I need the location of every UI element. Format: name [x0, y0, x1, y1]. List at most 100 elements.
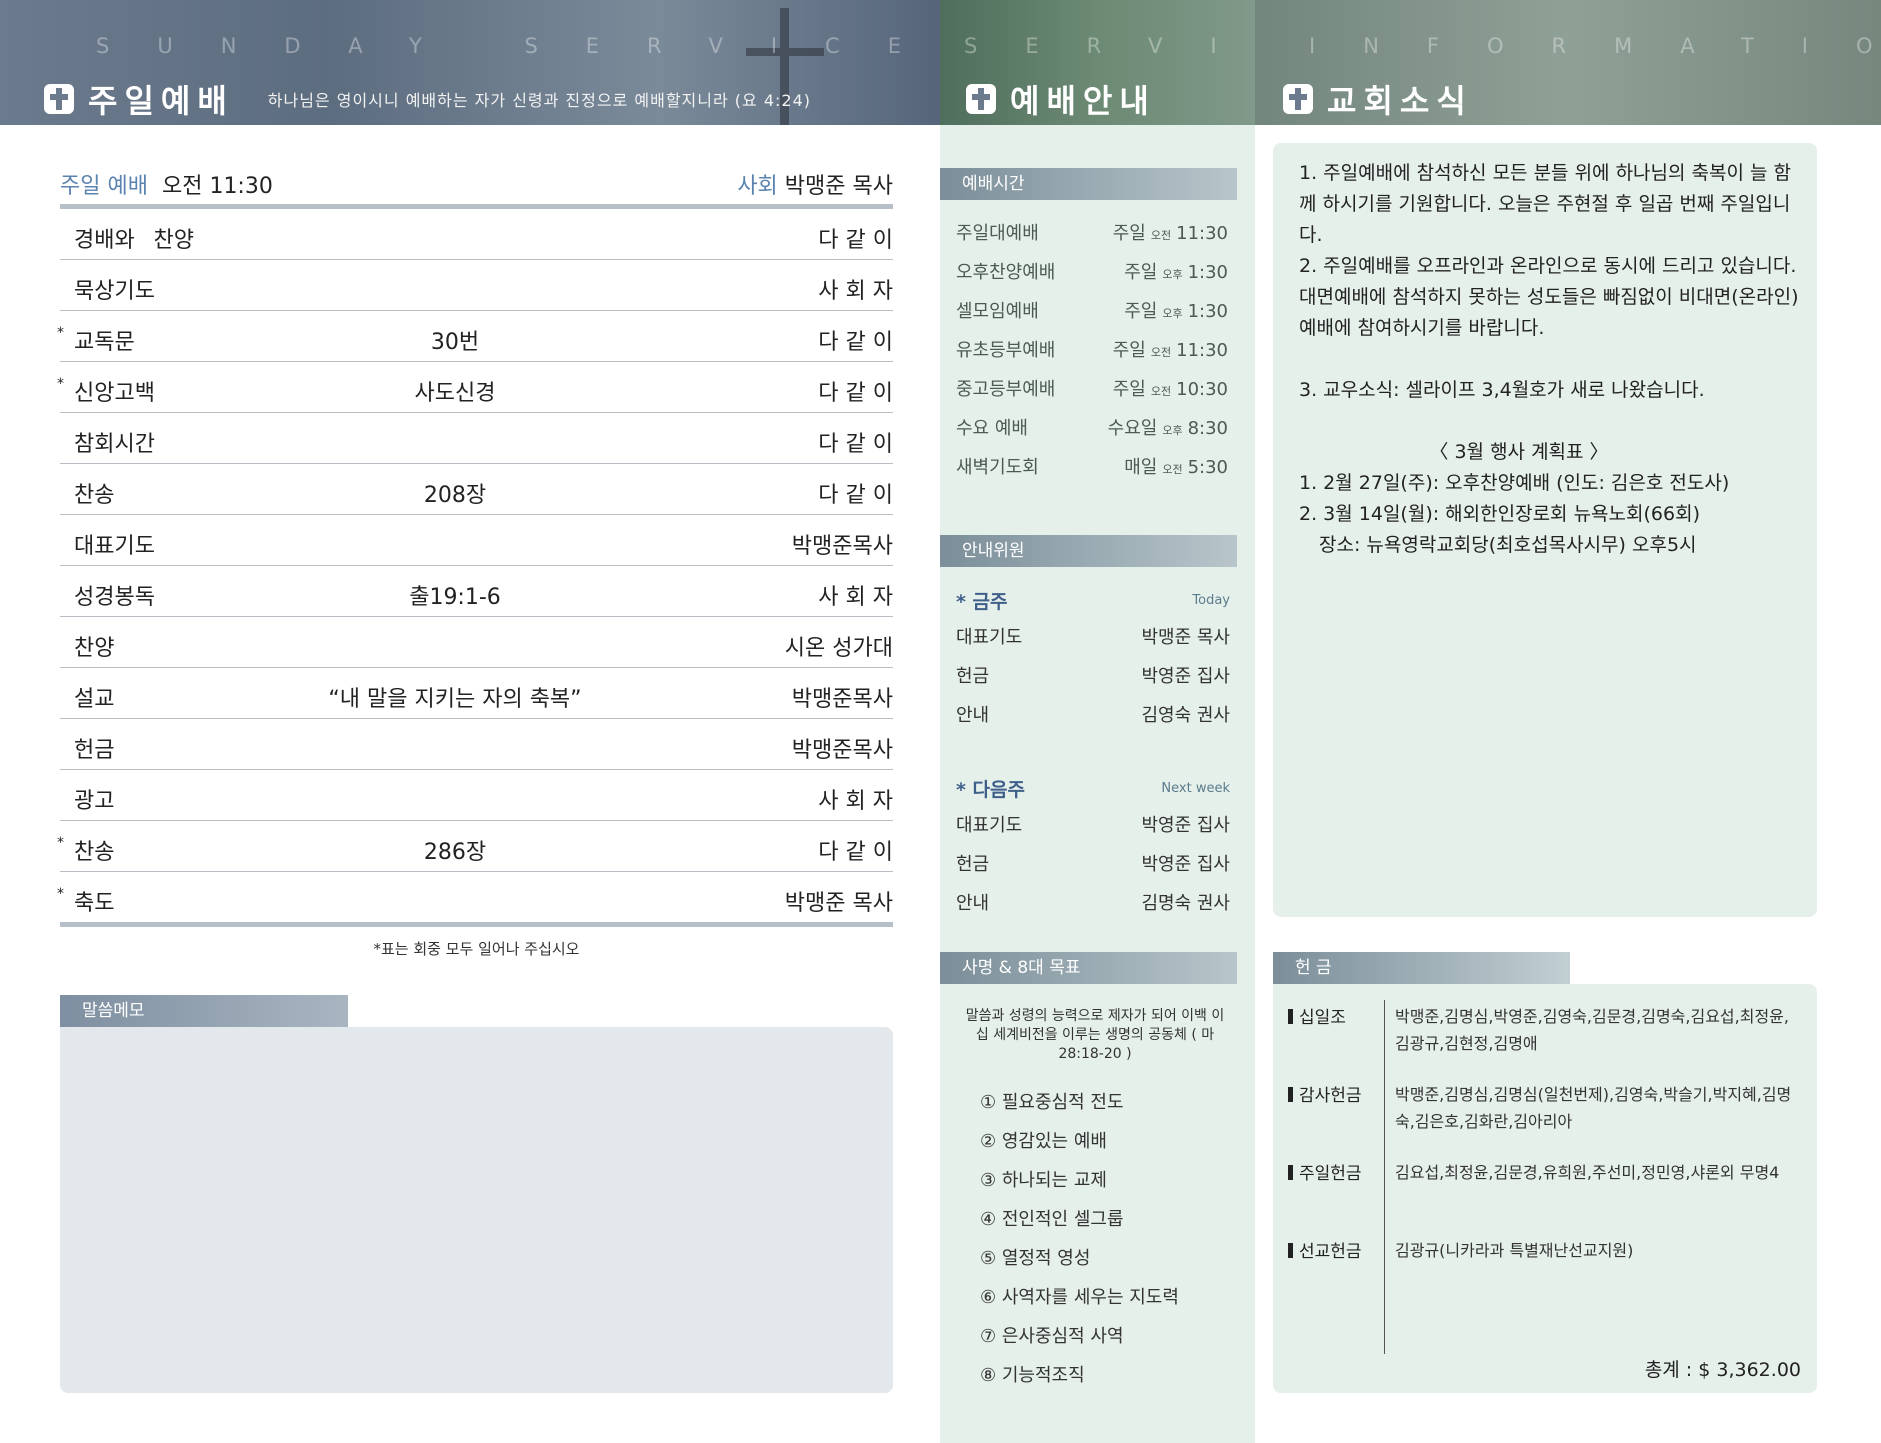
order-item-leader: 다 같 이 — [818, 330, 893, 355]
order-item-name: 광고 — [74, 789, 115, 814]
standing-marker: * — [57, 376, 64, 392]
ushers-heading: * 금주 Today — [956, 583, 1230, 617]
schedule-row: 주일대예배 주일 오전 11:30 — [956, 215, 1228, 254]
service-name: 유초등부예배 — [956, 340, 1056, 361]
ushers-heading: * 다음주 Next week — [956, 771, 1230, 805]
header-title-row: 예배안내 — [966, 76, 1156, 122]
mission-goal: ⑥ 사역자를 세우는 지도력 — [980, 1287, 1179, 1308]
service-day: 주일 — [1112, 223, 1146, 244]
event-plan-location: 장소: 뉴욕영락교회당(최호섭목사시무) 오후5시 — [1319, 534, 1697, 556]
divider — [1384, 1000, 1385, 1354]
usher-role: 헌금 — [956, 666, 990, 687]
usher-row: 헌금 박영준 집사 — [956, 844, 1230, 883]
order-item-leader: 박맹준목사 — [791, 738, 893, 763]
usher-row: 대표기도 박맹준 목사 — [956, 617, 1230, 656]
usher-name: 김명숙 권사 — [1141, 893, 1230, 914]
order-item-leader: 사 회 자 — [818, 279, 893, 304]
usher-row: 안내 김영숙 권사 — [956, 695, 1230, 734]
order-item-name: 참회시간 — [74, 432, 155, 457]
order-item-name: 설교 — [74, 687, 115, 712]
order-row: 찬송 208장 다 같 이 — [60, 464, 893, 515]
order-row: 대표기도 박맹준목사 — [60, 515, 893, 566]
service-name: 주일대예배 — [956, 223, 1039, 244]
service-clock: 8:30 — [1187, 418, 1228, 439]
service-ampm: 오전 — [1150, 229, 1172, 242]
offering-type: 주일헌금 — [1288, 1159, 1362, 1184]
memo-area[interactable] — [60, 1027, 893, 1393]
usher-row: 헌금 박영준 집사 — [956, 656, 1230, 695]
service-clock: 11:30 — [1176, 223, 1228, 244]
ushers-heading-eng: Today — [1192, 593, 1230, 608]
ushers-list: 대표기도 박영준 집사 헌금 박영준 집사 안내 김명숙 권사 — [956, 805, 1230, 922]
order-of-worship: 경배와 찬양다 같 이 묵상기도 사 회 자 * 교독문 30번 다 같 이 * 신앙고백 사도신… — [57, 209, 893, 923]
service-name: 새벽기도회 — [956, 457, 1039, 478]
event-plan-item: 1. 2월 27일(주): 오후찬양예배 (인도: 김은호 전도사) — [1299, 472, 1730, 494]
order-row: * 교독문 30번 다 같 이 — [57, 311, 893, 362]
worship-label: 주일 예배 — [60, 174, 148, 199]
usher-role: 대표기도 — [956, 815, 1023, 836]
order-item-name: 묵상기도 — [74, 279, 155, 304]
mission-goal: ③ 하나되는 교제 — [980, 1170, 1107, 1191]
order-row: * 신앙고백 사도신경 다 같 이 — [57, 362, 893, 413]
mission-goals: ① 필요중심적 전도 ② 영감있는 예배 ③ 하나되는 교제 ④ 전인적인 셀그룹 ⑤ … — [980, 1088, 1230, 1400]
order-item-leader: 시온 성가대 — [784, 636, 893, 661]
cross-icon — [1283, 84, 1313, 114]
service-clock: 1:30 — [1187, 301, 1228, 322]
order-item-detail: 출19:1-6 — [409, 585, 501, 610]
service-time: 주일 오후 1:30 — [1124, 258, 1228, 284]
service-time: 수요일 오후 8:30 — [1108, 414, 1228, 440]
schedule-row: 중고등부예배 주일 오전 10:30 — [956, 371, 1228, 410]
header-english-title: INFORMATION — [1309, 34, 1881, 58]
event-plan-item: 2. 3월 14일(월): 해외한인장로회 뉴욕노회(66회) — [1299, 503, 1700, 525]
service-name: 셀모임예배 — [956, 301, 1039, 322]
service-ampm: 오후 — [1162, 307, 1183, 320]
schedule-row: 수요 예배 수요일 오후 8:30 — [956, 410, 1228, 449]
header-title: 예배안내 — [1010, 82, 1156, 120]
order-item-name: 찬양 — [74, 636, 115, 661]
mission-goal: ② 영감있는 예배 — [980, 1131, 1107, 1152]
header-english-title: SUNDAY SERVICE — [96, 34, 940, 58]
order-item-detail: 사도신경 — [414, 381, 496, 406]
event-plan-title: 〈 3월 행사 계획표 〉 — [1429, 441, 1609, 463]
service-name: 수요 예배 — [956, 418, 1028, 439]
cross-icon — [966, 84, 996, 114]
leader-label: 사회 — [737, 174, 778, 199]
ushers-tab: 안내위원 — [940, 535, 1237, 567]
offering-donors: 박맹준,김명심,김명심(일천번제),김영숙,박슬기,박지혜,김명숙,김은호,김화… — [1395, 1085, 1792, 1131]
order-row: * 찬송 286장 다 같 이 — [57, 821, 893, 872]
order-item-name: 성경봉독 — [74, 585, 155, 610]
order-item-leader: 다 같 이 — [818, 840, 893, 865]
offering-tab: 헌 금 — [1273, 952, 1570, 984]
order-item-leader: 다 같 이 — [818, 432, 893, 457]
mission-goal: ⑧ 기능적조직 — [980, 1365, 1085, 1386]
offering-type: 감사헌금 — [1288, 1081, 1362, 1106]
service-ampm: 오전 — [1150, 385, 1172, 398]
usher-role: 대표기도 — [956, 627, 1023, 648]
header-title-row: 주일예배 하나님은 영이시니 예배하는 자가 신령과 진정으로 예배할지니라 (… — [44, 76, 811, 122]
standing-marker: * — [57, 835, 64, 851]
offering-donors: 박맹준,김명심,박영준,김영숙,김문경,김명숙,김요섭,최정윤,김광규,김현정,… — [1395, 1007, 1789, 1053]
mission-statement: 말씀과 성령의 능력으로 제자가 되어 이백 이십 세계비전을 이루는 생명의 … — [965, 1008, 1225, 1062]
service-time: 주일 오전 11:30 — [1113, 219, 1228, 245]
usher-row: 대표기도 박영준 집사 — [956, 805, 1230, 844]
mission-goal: ⑤ 열정적 영성 — [980, 1248, 1091, 1269]
order-item-detail: 208장 — [423, 483, 487, 508]
usher-name: 김영숙 권사 — [1141, 705, 1230, 726]
sunday-service-header: SUNDAY SERVICE 주일예배 하나님은 영이시니 예배하는 자가 신령… — [0, 0, 940, 125]
offering-donors: 김광규(니카라과 특별재난선교지원) — [1395, 1241, 1634, 1260]
schedule-tab: 예배시간 — [940, 168, 1237, 200]
standing-marker: * — [57, 325, 64, 341]
service-clock: 11:30 — [1176, 340, 1228, 361]
service-clock: 5:30 — [1187, 457, 1228, 478]
service-time: 주일 오전 10:30 — [1113, 375, 1228, 401]
worship-time: 주일 예배 오전 11:30 — [60, 168, 273, 200]
cross-icon — [44, 84, 74, 114]
schedule-row: 새벽기도회 매일 오전 5:30 — [956, 449, 1228, 488]
order-row: 성경봉독 출19:1-6 사 회 자 — [60, 566, 893, 617]
news-item: 3. 교우소식: 셀라이프 3,4월호가 새로 나왔습니다. — [1299, 379, 1705, 401]
order-row: 헌금 박맹준목사 — [60, 719, 893, 770]
worship-leader: 사회 박맹준 목사 — [737, 168, 893, 200]
order-item-name: 경배와 찬양 — [74, 228, 194, 253]
service-time: 주일 오후 1:30 — [1124, 297, 1228, 323]
order-item-detail: “내 말을 지키는 자의 축복” — [328, 687, 582, 712]
